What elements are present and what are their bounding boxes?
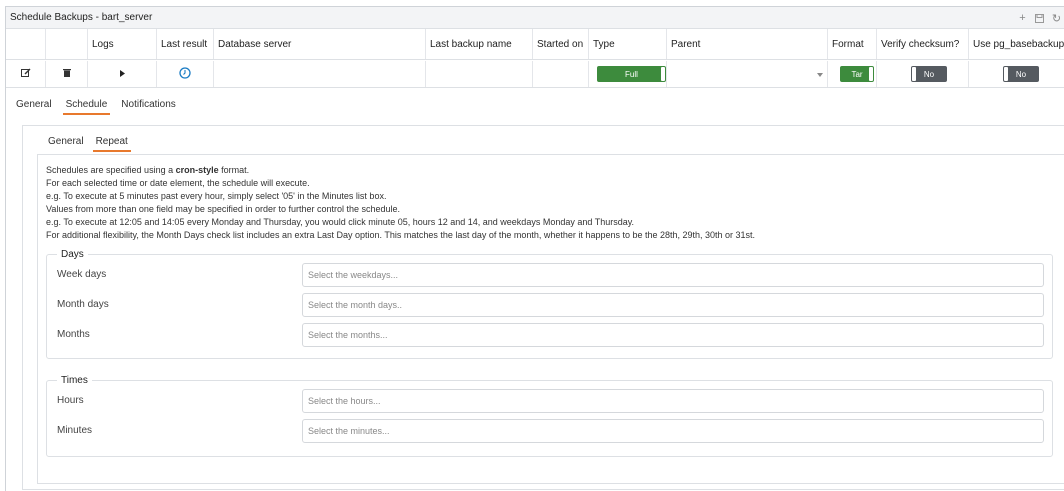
format-cell[interactable]: Tar <box>828 61 877 87</box>
delete-icon[interactable] <box>62 68 71 80</box>
main-tabs: General Schedule Notifications <box>16 99 176 115</box>
days-legend: Days <box>61 249 84 260</box>
column-header-last-backup-name[interactable]: Last backup name <box>426 29 533 59</box>
minutes-select[interactable] <box>302 419 1044 443</box>
save-icon[interactable] <box>1031 7 1048 29</box>
tab-schedule[interactable]: Schedule <box>62 99 110 115</box>
repeat-panel: Schedules are specified using a cron-sty… <box>37 154 1064 484</box>
last-result-cell <box>157 61 214 87</box>
times-group: Times Hours Minutes <box>46 375 1053 457</box>
refresh-icon[interactable]: ↻ <box>1048 7 1064 29</box>
cron-help-text: Schedules are specified using a cron-sty… <box>46 165 756 240</box>
grid-header: Logs Last result Database server Last ba… <box>6 29 1064 60</box>
type-toggle[interactable]: Full <box>597 66 666 82</box>
subtab-general[interactable]: General <box>48 136 84 152</box>
edit-icon[interactable] <box>20 68 31 81</box>
week-days-label: Week days <box>57 269 107 280</box>
format-toggle[interactable]: Tar <box>840 66 874 82</box>
schedule-backups-panel: Schedule Backups - bart_server + ↻ Logs … <box>5 6 1064 491</box>
last-backup-name-cell <box>426 61 533 87</box>
week-days-select[interactable] <box>302 263 1044 287</box>
panel-title: Schedule Backups - bart_server <box>10 12 153 23</box>
use-pg-basebackup-toggle[interactable]: No <box>1003 66 1039 82</box>
column-header-format[interactable]: Format <box>828 29 877 59</box>
add-icon[interactable]: + <box>1014 7 1031 29</box>
edit-row-cell[interactable] <box>6 61 46 87</box>
clock-icon <box>179 66 191 82</box>
delete-row-cell[interactable] <box>46 61 88 87</box>
header-edit-col <box>6 29 46 59</box>
use-pg-basebackup-cell[interactable]: No <box>969 61 1064 87</box>
column-header-type[interactable]: Type <box>589 29 667 59</box>
tab-general[interactable]: General <box>16 99 52 115</box>
column-header-verify-checksum[interactable]: Verify checksum? <box>877 29 969 59</box>
dropdown-caret-icon[interactable] <box>817 69 823 80</box>
verify-checksum-toggle[interactable]: No <box>911 66 947 82</box>
column-header-logs[interactable]: Logs <box>88 29 157 59</box>
logs-cell[interactable] <box>88 61 157 87</box>
column-header-parent[interactable]: Parent <box>667 29 828 59</box>
tab-notifications[interactable]: Notifications <box>121 99 175 115</box>
header-delete-col <box>46 29 88 59</box>
month-days-select[interactable] <box>302 293 1044 317</box>
column-header-use-pg-basebackup[interactable]: Use pg_basebackup? <box>969 29 1064 59</box>
verify-checksum-cell[interactable]: No <box>877 61 969 87</box>
schedule-panel: General Repeat Schedules are specified u… <box>22 125 1064 490</box>
started-on-cell <box>533 61 589 87</box>
table-row: Full Tar No No <box>6 61 1064 88</box>
minutes-label: Minutes <box>57 425 93 436</box>
times-legend: Times <box>61 375 88 386</box>
expand-caret-icon[interactable] <box>119 69 125 80</box>
database-server-cell[interactable] <box>214 61 426 87</box>
panel-titlebar: Schedule Backups - bart_server + ↻ <box>6 7 1064 29</box>
hours-label: Hours <box>57 395 84 406</box>
cron-style-term: cron-style <box>175 165 219 175</box>
month-days-label: Month days <box>57 299 109 310</box>
subtab-repeat[interactable]: Repeat <box>92 136 132 152</box>
months-label: Months <box>57 329 90 340</box>
column-header-last-result[interactable]: Last result <box>157 29 214 59</box>
column-header-database-server[interactable]: Database server <box>214 29 426 59</box>
parent-select[interactable] <box>667 61 828 87</box>
hours-select[interactable] <box>302 389 1044 413</box>
column-header-started-on[interactable]: Started on <box>533 29 589 59</box>
months-select[interactable] <box>302 323 1044 347</box>
type-cell[interactable]: Full <box>589 61 667 87</box>
days-group: Days Week days Month days Months <box>46 249 1053 359</box>
schedule-subtabs: General Repeat <box>48 136 132 152</box>
